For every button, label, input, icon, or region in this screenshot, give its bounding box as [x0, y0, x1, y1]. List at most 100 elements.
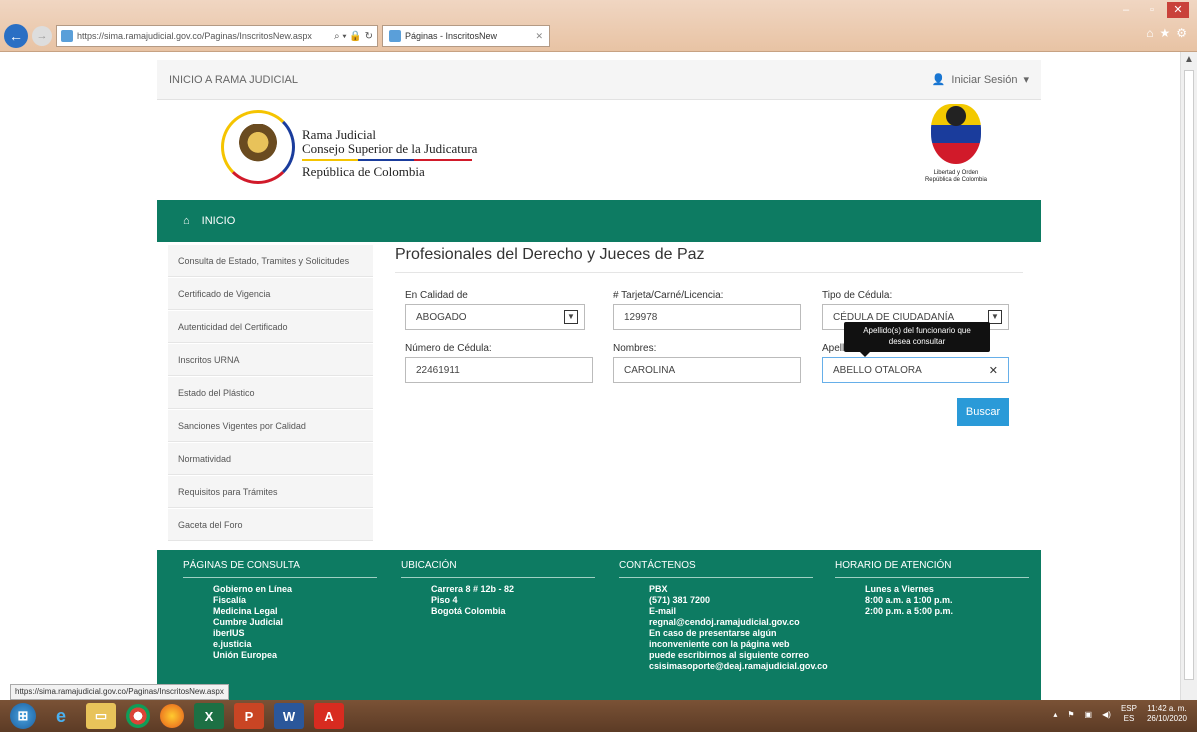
chrome-icon[interactable] — [126, 704, 150, 728]
sidebar-item-requisitos[interactable]: Requisitos para Trámites — [168, 476, 373, 508]
numero-cedula-field: Número de Cédula: 22461911 — [405, 343, 593, 383]
browser-tab[interactable]: Páginas - InscritosNew ✕ — [382, 25, 550, 47]
rama-judicial-logo — [221, 110, 295, 184]
footer-link[interactable]: Medicina Legal — [213, 606, 377, 617]
favorites-star-icon[interactable]: ★ — [1159, 26, 1170, 40]
home-link[interactable]: INICIO A RAMA JUDICIAL — [169, 74, 298, 86]
footer-link[interactable]: Unión Europea — [213, 650, 377, 661]
sidebar-item-gaceta[interactable]: Gaceta del Foro — [168, 509, 373, 541]
colombia-crest: Libertad y Orden República de Colombia — [911, 104, 1001, 196]
restore-button[interactable]: ▫ — [1141, 2, 1163, 18]
sidebar: Consulta de Estado, Tramites y Solicitud… — [168, 245, 373, 542]
footer-link[interactable]: Fiscalía — [213, 595, 377, 606]
home-icon[interactable]: ⌂ — [1146, 26, 1153, 40]
footer-email[interactable]: csisimasoporte@deaj.ramajudicial.gov.co — [649, 661, 828, 672]
scroll-up-icon[interactable]: ▲ — [1181, 52, 1197, 68]
login-menu[interactable]: 👤 Iniciar Sesión ▾ — [932, 73, 1029, 87]
sidebar-item-consulta[interactable]: Consulta de Estado, Tramites y Solicitud… — [168, 245, 373, 277]
network-icon[interactable]: ▣ — [1085, 710, 1093, 719]
footer-text: puede escribirnos al siguiente correo — [649, 650, 810, 660]
sidebar-item-sanciones[interactable]: Sanciones Vigentes por Calidad — [168, 410, 373, 442]
sidebar-item-estado-plastico[interactable]: Estado del Plástico — [168, 377, 373, 409]
lang-code: ESP — [1120, 704, 1137, 713]
footer-text: 8:00 a.m. a 1:00 p.m. — [865, 595, 953, 605]
file-explorer-icon[interactable]: ▭ — [86, 703, 116, 729]
acrobat-icon[interactable]: A — [314, 703, 344, 729]
internet-explorer-icon[interactable]: e — [46, 703, 76, 729]
brand-line2: Consejo Superior de la Judicatura — [302, 141, 478, 156]
footer-text: 2:00 p.m. a 5:00 p.m. — [865, 606, 954, 616]
tooltip-line1: Apellido(s) del funcionario que — [863, 326, 971, 335]
close-button[interactable]: ✕ — [1167, 2, 1189, 18]
clock[interactable]: 11:42 a. m. 26/10/2020 — [1147, 704, 1187, 724]
footer-link[interactable]: Gobierno en Línea — [213, 584, 377, 595]
crest-line1: Libertad y Orden — [933, 170, 979, 176]
footer-text: PBX — [649, 584, 668, 594]
clock-time: 11:42 a. m. — [1147, 704, 1187, 713]
apellidos-input[interactable]: ABELLO OTALORA ✕ — [822, 357, 1009, 383]
sidebar-item-autenticidad[interactable]: Autenticidad del Certificado — [168, 311, 373, 343]
buscar-button[interactable]: Buscar — [957, 398, 1009, 426]
calidad-value: ABOGADO — [416, 311, 467, 323]
word-icon[interactable]: W — [274, 703, 304, 729]
footer-email[interactable]: regnal@cendoj.ramajudicial.gov.co — [649, 617, 828, 628]
nav-inicio[interactable]: INICIO — [202, 215, 236, 227]
nombres-value: CAROLINA — [624, 364, 676, 376]
sidebar-item-inscritos-urna[interactable]: Inscritos URNA — [168, 344, 373, 376]
footer-text: Bogotá Colombia — [431, 606, 506, 616]
address-url[interactable]: https://sima.ramajudicial.gov.co/Paginas… — [77, 31, 330, 41]
system-tray: ▴ ⚑ ▣ ◀) ESP ES 11:42 a. m. 26/10/2020 — [1053, 704, 1187, 724]
volume-icon[interactable]: ◀) — [1102, 710, 1111, 719]
footer-col-title: UBICACIÓN — [401, 560, 595, 578]
tray-arrow-icon[interactable]: ▴ — [1053, 710, 1057, 719]
numero-cedula-input[interactable]: 22461911 — [405, 357, 593, 383]
nombres-input[interactable]: CAROLINA — [613, 357, 801, 383]
chevron-down-icon: ▼ — [564, 310, 578, 324]
nombres-field: Nombres: CAROLINA — [613, 343, 801, 383]
apellidos-tooltip: Apellido(s) del funcionario que desea co… — [844, 322, 990, 357]
tab-close-icon[interactable]: ✕ — [535, 31, 543, 42]
numero-cedula-value: 22461911 — [416, 364, 460, 376]
settings-gear-icon[interactable]: ⚙ — [1176, 26, 1187, 40]
tarjeta-value: 129978 — [624, 311, 658, 323]
footer-text: inconveniente con la página web — [649, 639, 790, 649]
tab-label: Páginas - InscritosNew — [405, 31, 498, 41]
tarjeta-input[interactable]: 129978 — [613, 304, 801, 330]
site-footer: PÁGINAS DE CONSULTA Gobierno en Línea Fi… — [157, 550, 1041, 700]
firefox-icon[interactable] — [160, 704, 184, 728]
excel-icon[interactable]: X — [194, 703, 224, 729]
footer-link[interactable]: Cumbre Judicial — [213, 617, 377, 628]
tipo-cedula-label: Tipo de Cédula: — [822, 290, 893, 301]
home-icon[interactable]: ⌂ — [183, 215, 190, 227]
footer-col-contactenos: CONTÁCTENOS PBX (571) 381 7200 E-mail re… — [619, 560, 828, 672]
tooltip-line2: desea consultar — [888, 337, 946, 346]
browser-tools: ⌂ ★ ⚙ — [1146, 26, 1187, 40]
sidebar-item-normatividad[interactable]: Normatividad — [168, 443, 373, 475]
footer-text: (571) 381 7200 — [649, 595, 711, 605]
address-bar[interactable]: https://sima.ramajudicial.gov.co/Paginas… — [56, 25, 378, 47]
footer-link[interactable]: iberIUS — [213, 628, 377, 639]
lang-sub: ES — [1123, 714, 1135, 723]
scroll-thumb[interactable] — [1184, 70, 1194, 680]
flag-icon[interactable]: ⚑ — [1067, 710, 1074, 719]
language-indicator[interactable]: ESP ES — [1121, 704, 1137, 724]
tipo-cedula-value: CÉDULA DE CIUDADANÍA — [833, 311, 955, 323]
powerpoint-icon[interactable]: P — [234, 703, 264, 729]
sidebar-item-certificado-vigencia[interactable]: Certificado de Vigencia — [168, 278, 373, 310]
nombres-label: Nombres: — [613, 343, 657, 354]
footer-col-ubicacion: UBICACIÓN Carrera 8 # 12b - 82 Piso 4 Bo… — [401, 560, 595, 617]
vertical-scrollbar[interactable]: ▲ — [1180, 52, 1197, 700]
footer-col-horario: HORARIO DE ATENCIÓN Lunes a Viernes 8:00… — [835, 560, 1029, 617]
calidad-field: En Calidad de ABOGADO ▼ — [405, 290, 585, 330]
back-button[interactable]: ← — [4, 24, 28, 48]
footer-link[interactable]: e.justicia — [213, 639, 377, 650]
brand-line1: Rama Judicial — [302, 127, 377, 142]
clear-icon[interactable]: ✕ — [989, 364, 998, 377]
page-icon — [61, 30, 73, 42]
search-lock-refresh-icon[interactable]: ⌕ ▾ 🔒 ↻ — [334, 31, 373, 42]
calidad-select[interactable]: ABOGADO ▼ — [405, 304, 585, 330]
minimize-button[interactable]: – — [1115, 2, 1137, 18]
forward-button[interactable]: → — [32, 26, 52, 46]
crest-line2: República de Colombia — [924, 177, 988, 183]
start-button-icon[interactable]: ⊞ — [10, 703, 36, 729]
